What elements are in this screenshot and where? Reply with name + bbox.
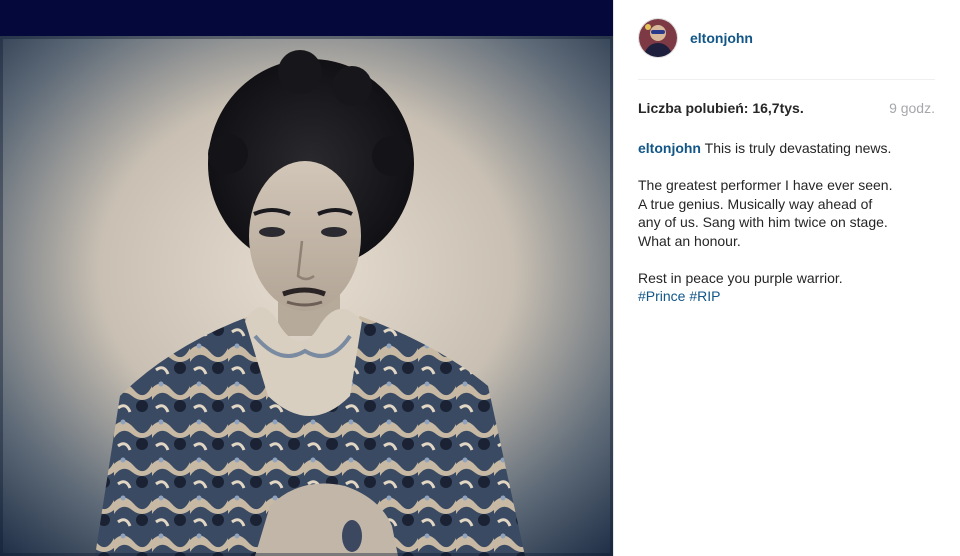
hashtag-link[interactable]: #Prince bbox=[638, 288, 685, 304]
caption-text: This is truly devastating news. bbox=[704, 140, 892, 156]
post-photo[interactable] bbox=[0, 0, 613, 556]
caption-first-line: eltonjohn This is truly devastating news… bbox=[638, 139, 935, 158]
caption-line: Rest in peace you purple warrior. bbox=[638, 269, 843, 286]
post-header: eltonjohn bbox=[638, 17, 753, 59]
likes-count[interactable]: Liczba polubień: 16,7tys. bbox=[638, 100, 804, 116]
header-divider bbox=[638, 79, 935, 80]
caption-line: any of us. Sang with him twice on stage. bbox=[638, 214, 888, 230]
post-time[interactable]: 9 godz. bbox=[889, 100, 935, 116]
portrait-image bbox=[0, 36, 613, 556]
post-details-panel: eltonjohn Liczba polubień: 16,7tys. 9 go… bbox=[613, 0, 960, 556]
caption-hashtags: #Prince #RIP bbox=[638, 287, 935, 306]
profile-avatar-icon bbox=[639, 19, 677, 57]
caption-line: The greatest performer I have ever seen. bbox=[638, 177, 893, 193]
likes-row: Liczba polubień: 16,7tys. 9 godz. bbox=[638, 100, 935, 116]
caption-line: What an honour. bbox=[638, 232, 741, 249]
post-caption: eltonjohn This is truly devastating news… bbox=[638, 139, 935, 306]
photo-top-band bbox=[0, 0, 613, 36]
avatar[interactable] bbox=[638, 18, 678, 58]
username-link[interactable]: eltonjohn bbox=[690, 30, 753, 46]
caption-username-link[interactable]: eltonjohn bbox=[638, 140, 701, 156]
hashtag-link[interactable]: #RIP bbox=[689, 288, 720, 304]
caption-line: A true genius. Musically way ahead of bbox=[638, 195, 873, 212]
